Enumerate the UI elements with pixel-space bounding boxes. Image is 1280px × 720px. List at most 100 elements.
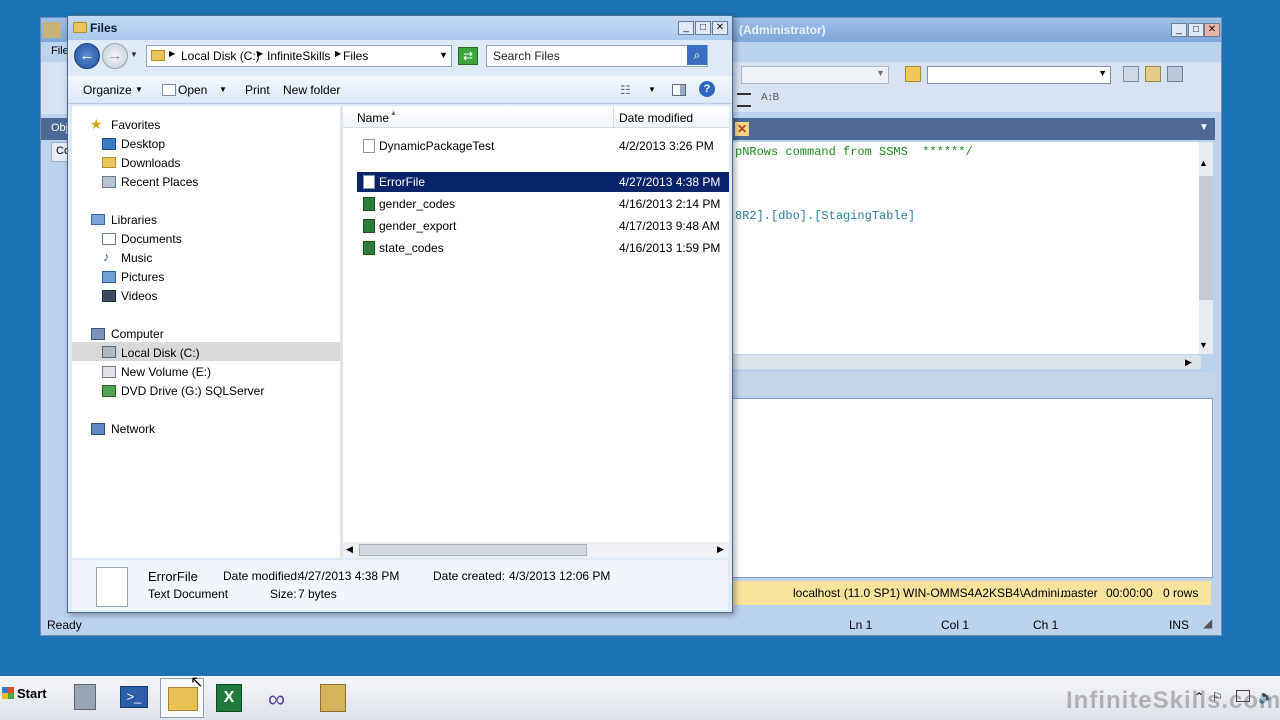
taskbar-powershell-button[interactable]: >_ (112, 678, 156, 718)
nav-recent-places[interactable]: Recent Places (121, 175, 198, 189)
taskbar-server-manager-button[interactable] (64, 678, 108, 718)
search-icon[interactable]: ⌕ (687, 45, 707, 65)
ssms-query-editor[interactable]: pNRows command from SSMS ******/ 8R2].[d… (731, 142, 1199, 354)
ssms-find-combo[interactable]: ▼ (927, 66, 1111, 84)
print-button[interactable]: Print (245, 83, 270, 97)
nav-computer[interactable]: Computer (111, 327, 164, 341)
explorer-window[interactable]: Files _ □ ✕ ← → ▼ ▶ Local Disk (C:) ▶ In… (67, 15, 733, 613)
nav-libraries[interactable]: Libraries (111, 213, 157, 227)
tray-expand-icon[interactable]: ⌃ (1194, 690, 1204, 704)
ssms-indent-icon[interactable] (737, 93, 751, 107)
navigation-pane[interactable]: ★ Favorites Desktop Downloads Recent Pla… (72, 106, 340, 558)
ssms-maximize-button[interactable]: □ (1188, 23, 1204, 37)
forward-button[interactable]: → (102, 43, 128, 69)
status-column: Col 1 (941, 618, 970, 632)
nav-local-disk[interactable]: Local Disk (C:) (121, 346, 200, 360)
back-button[interactable]: ← (74, 43, 100, 69)
nav-downloads[interactable]: Downloads (121, 156, 180, 170)
crumb-local-disk[interactable]: Local Disk (C:) (181, 49, 260, 63)
dvd-drive-icon (102, 385, 116, 397)
file-list-hscroll[interactable]: ◀ ▶ (343, 542, 729, 558)
nav-pictures[interactable]: Pictures (121, 270, 164, 284)
refresh-icon[interactable]: ⇄ (458, 47, 478, 65)
address-bar[interactable]: ▶ Local Disk (C:) ▶ InfiniteSkills ▶ Fil… (146, 45, 452, 67)
explorer-close-button[interactable]: ✕ (712, 21, 728, 35)
search-input[interactable]: Search Files (493, 49, 560, 63)
ssms-sort-icon[interactable]: A↕B (761, 92, 779, 103)
ssms-editor-hscroll[interactable] (731, 355, 1201, 369)
column-date-modified[interactable]: Date modified (619, 111, 693, 125)
ssms-scroll-right-icon[interactable]: ▶ (1185, 357, 1192, 368)
explorer-minimize-button[interactable]: _ (678, 21, 694, 35)
details-pane: ErrorFile Text Document Date modified: 4… (72, 560, 728, 610)
taskbar-ssms-button[interactable] (312, 678, 356, 718)
hscroll-left-icon[interactable]: ◀ (346, 544, 353, 555)
ssms-scroll-up-icon[interactable]: ▲ (1199, 158, 1208, 168)
hscroll-right-icon[interactable]: ▶ (717, 544, 724, 555)
desktop-icon (102, 138, 116, 150)
view-options-icon[interactable]: ☷ (620, 83, 631, 97)
ssms-close-button[interactable]: ✕ (1204, 23, 1220, 37)
ssms-tools-icon[interactable] (1167, 66, 1183, 82)
ssms-properties-icon[interactable] (1145, 66, 1161, 82)
nav-new-volume[interactable]: New Volume (E:) (121, 365, 211, 379)
file-row[interactable]: gender_export 4/17/2013 9:48 AM (357, 216, 729, 236)
column-divider[interactable] (613, 106, 614, 128)
preview-pane-icon[interactable] (672, 84, 686, 96)
column-name[interactable]: Name (357, 111, 389, 125)
address-dropdown-icon[interactable]: ▼ (439, 50, 448, 60)
address-chevron-icon[interactable]: ▶ (169, 49, 175, 58)
file-row[interactable]: state_codes 4/16/2013 1:59 PM (357, 238, 729, 258)
crumb-infiniteskills[interactable]: InfiniteSkills (267, 49, 330, 63)
help-icon[interactable]: ? (699, 81, 715, 97)
ssms-scroll-down-icon[interactable]: ▼ (1199, 340, 1208, 350)
organize-button[interactable]: Organize (83, 83, 132, 97)
ssms-tab-dropdown-icon[interactable]: ▼ (1199, 122, 1209, 133)
ssms-app-icon (43, 22, 61, 38)
recent-pages-chevron-icon[interactable]: ▼ (130, 50, 138, 59)
ssms-editor-vscroll-thumb[interactable] (1199, 176, 1213, 300)
nav-network[interactable]: Network (111, 422, 155, 436)
nav-favorites[interactable]: Favorites (111, 118, 160, 132)
hscroll-thumb[interactable] (359, 544, 587, 556)
ssms-open-file-icon[interactable] (905, 66, 921, 82)
tray-flag-icon[interactable]: ⚐ (1212, 690, 1223, 704)
visual-studio-icon: ∞ (268, 686, 286, 713)
organize-dropdown-icon[interactable]: ▼ (135, 85, 143, 94)
file-row-selected[interactable]: ErrorFile 4/27/2013 4:38 PM (357, 172, 729, 192)
ssms-results-splitter[interactable] (731, 372, 1215, 396)
new-folder-button[interactable]: New folder (283, 83, 340, 97)
ssms-query-status-bar: localhost (11.0 SP1) WIN-OMMS4A2KSB4\Adm… (731, 581, 1211, 605)
status-ready: Ready (47, 618, 82, 632)
ssms-tab-close-icon[interactable]: ✕ (735, 122, 749, 136)
crumb-separator-icon[interactable]: ▶ (335, 49, 341, 58)
file-row[interactable]: gender_codes 4/16/2013 2:14 PM (357, 194, 729, 214)
nav-dvd-drive[interactable]: DVD Drive (G:) SQLServer (121, 384, 264, 398)
ssms-minimize-button[interactable]: _ (1171, 23, 1187, 37)
open-dropdown-icon[interactable]: ▼ (219, 85, 227, 94)
nav-desktop[interactable]: Desktop (121, 137, 165, 151)
ssms-database-combo[interactable]: ▼ (741, 66, 889, 84)
taskbar-visual-studio-button[interactable]: ∞ (260, 678, 304, 718)
nav-videos[interactable]: Videos (121, 289, 157, 303)
explorer-maximize-button[interactable]: □ (695, 21, 711, 35)
tray-volume-icon[interactable]: 🔈 (1258, 689, 1274, 705)
crumb-files[interactable]: Files (343, 49, 368, 63)
start-button[interactable]: Start (0, 682, 52, 712)
nav-documents[interactable]: Documents (121, 232, 182, 246)
ssms-registered-servers-icon[interactable] (1123, 66, 1139, 82)
view-dropdown-icon[interactable]: ▼ (648, 85, 656, 94)
file-name: state_codes (379, 241, 444, 255)
explorer-title-bar[interactable] (68, 16, 732, 40)
file-list[interactable]: Name ▲ Date modified DynamicPackageTest … (343, 106, 729, 558)
open-button[interactable]: Open (178, 83, 207, 97)
file-row[interactable]: DynamicPackageTest 4/2/2013 3:26 PM (357, 136, 729, 156)
resize-grip-icon[interactable]: ◢ (1203, 616, 1212, 630)
nav-music[interactable]: Music (121, 251, 152, 265)
crumb-separator-icon[interactable]: ▶ (257, 49, 263, 58)
downloads-folder-icon (102, 157, 116, 168)
tray-network-icon[interactable] (1236, 690, 1250, 702)
search-box[interactable]: Search Files ⌕ (486, 45, 708, 67)
taskbar-excel-button[interactable]: X (208, 678, 252, 718)
ssms-results-pane[interactable] (731, 398, 1213, 578)
